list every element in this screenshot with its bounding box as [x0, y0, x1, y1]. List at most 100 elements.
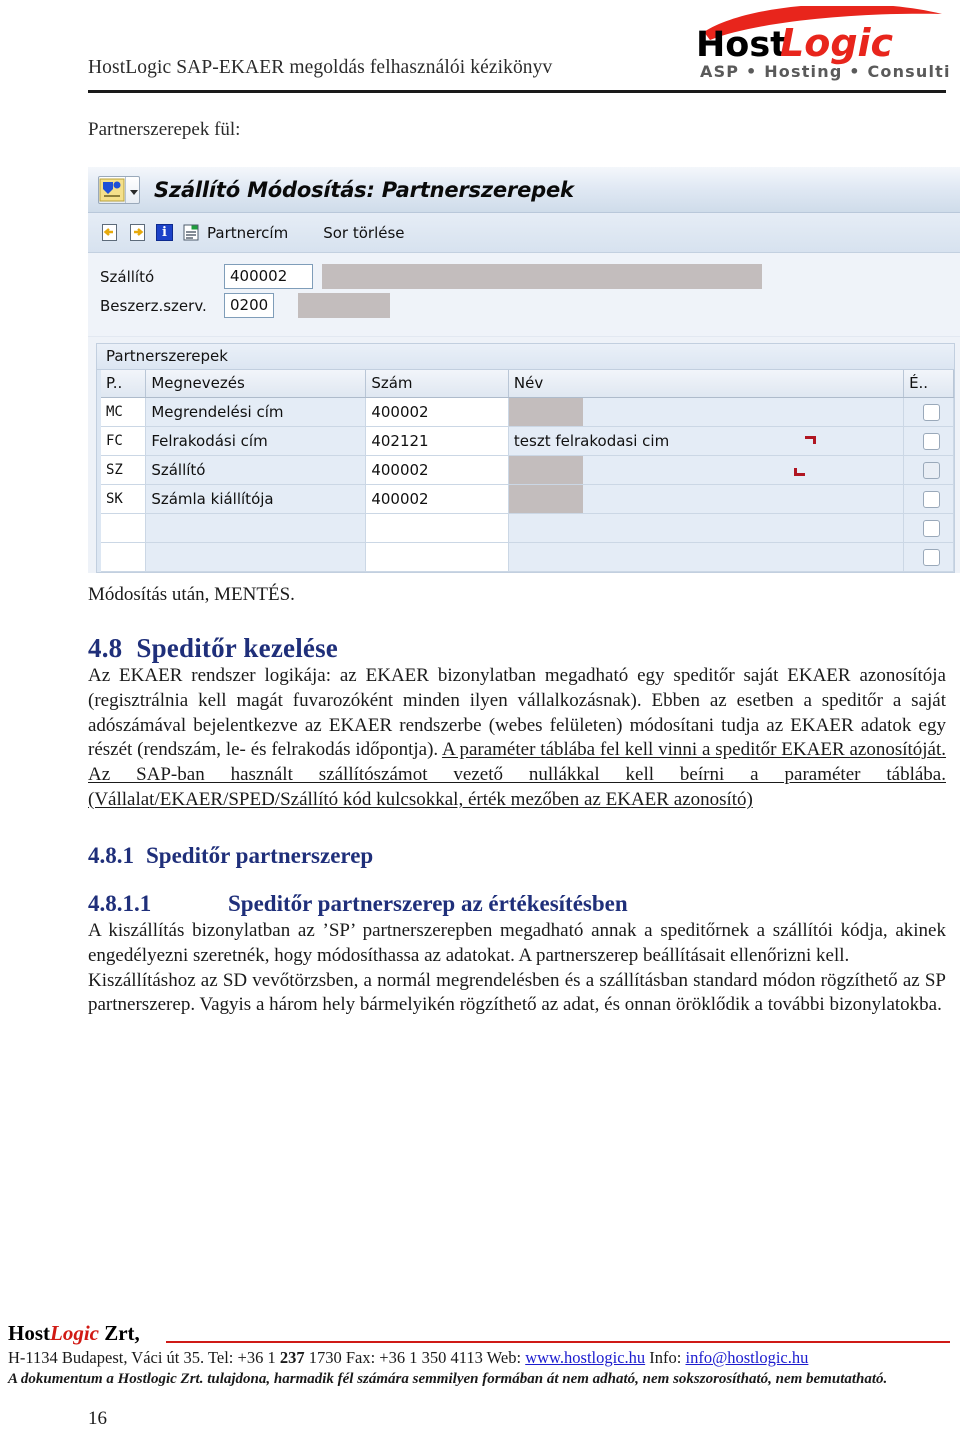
row-checkbox[interactable]	[922, 461, 940, 479]
cell-name[interactable]: teszt felrakodasi cim	[508, 426, 905, 456]
field-row-purch-org: Beszerz.szerv. 0200	[100, 291, 960, 320]
col-header-description[interactable]: Megnevezés	[145, 370, 367, 398]
sap-screenshot-figure: Szállító Módosítás: Partnerszerepek i Pa…	[88, 167, 960, 573]
cell-checkbox[interactable]	[903, 455, 954, 485]
cell-description: Felrakodási cím	[145, 426, 367, 456]
cell-role: MC	[101, 397, 147, 427]
page-footer: HostLogic Zrt, H-1134 Budapest, Váci út …	[8, 1321, 950, 1388]
footer-brand-prefix: Host	[8, 1321, 50, 1345]
footer-divider	[166, 1340, 950, 1343]
footer-brand: HostLogic Zrt,	[8, 1321, 140, 1346]
subsection-number: 4.8.1	[88, 843, 134, 869]
sap-system-logo-icon[interactable]	[98, 175, 140, 204]
table-row[interactable]: MC Megrendelési cím 400002	[101, 397, 954, 427]
info-icon[interactable]: i	[156, 224, 173, 241]
cell-number[interactable]	[365, 542, 509, 572]
page-number: 16	[88, 1408, 107, 1429]
hostlogic-logo: Host Logic ASP • Hosting • Consulting	[690, 6, 952, 84]
cell-name[interactable]	[508, 484, 905, 514]
svg-text:ASP • Hosting • Consulting: ASP • Hosting • Consulting	[700, 62, 952, 81]
redaction-mask	[508, 397, 583, 425]
forward-arrow-document-icon[interactable]	[128, 223, 147, 242]
footer-email-link[interactable]: info@hostlogic.hu	[685, 1348, 808, 1367]
cell-number[interactable]: 400002	[365, 484, 509, 514]
cell-name[interactable]	[508, 542, 905, 572]
paragraph-4-8-1-1-a: A kiszállítás bizonylatban az ’SP’ partn…	[88, 920, 946, 966]
footer-info-label: Info:	[645, 1348, 686, 1367]
paragraph-4-8-1-1-b: Kiszállításhoz az SD vevőtörzsben, a nor…	[88, 969, 946, 1016]
sap-logo-dropdown-icon[interactable]	[125, 176, 139, 203]
cell-description	[145, 513, 367, 543]
col-header-role[interactable]: P..	[101, 370, 147, 398]
table-row[interactable]	[101, 542, 954, 572]
purch-org-desc-masked	[298, 293, 390, 318]
section-heading-4-8: 4.8 Speditőr kezelése	[88, 633, 946, 664]
table-row[interactable]	[101, 513, 954, 543]
cell-number[interactable]	[365, 513, 509, 543]
cell-checkbox[interactable]	[903, 484, 954, 514]
footer-contact-mid: 1730 Fax: +36 1 350 4113 Web:	[304, 1348, 526, 1367]
col-header-name[interactable]: Név	[508, 370, 905, 398]
redaction-mask	[508, 455, 583, 483]
grid-panel-title: Partnerszerepek	[96, 343, 955, 369]
table-row[interactable]: FC Felrakodási cím 402121 teszt felrakod…	[101, 426, 954, 456]
section-number: 4.8	[88, 633, 123, 664]
back-arrow-document-icon[interactable]	[100, 223, 119, 242]
cell-number[interactable]: 402121	[365, 426, 509, 456]
cell-role	[101, 513, 147, 543]
col-header-e[interactable]: É..	[903, 370, 954, 398]
partner-roles-table: P.. Megnevezés Szám Név É.. MC Megrendel…	[101, 370, 954, 572]
partner-address-label[interactable]: Partnercím	[207, 224, 288, 242]
col-header-number[interactable]: Szám	[365, 370, 509, 398]
row-checkbox[interactable]	[922, 519, 940, 537]
row-checkbox[interactable]	[922, 432, 940, 450]
cell-checkbox[interactable]	[903, 542, 954, 572]
delete-row-button[interactable]: Sor törlése	[323, 224, 404, 242]
cell-checkbox[interactable]	[903, 426, 954, 456]
subsubsection-number: 4.8.1.1	[88, 891, 152, 917]
page-content: Partnerszerepek fül: Szállító Módosítás:…	[88, 110, 960, 1018]
sap-field-area: Szállító 400002 Beszerz.szerv. 0200	[88, 253, 960, 337]
table-row[interactable]: SZ Szállító 400002	[101, 455, 954, 485]
vendor-name-masked	[322, 264, 762, 289]
sap-title-bar: Szállító Módosítás: Partnerszerepek	[88, 167, 960, 213]
footer-brand-suffix: Zrt,	[98, 1321, 140, 1345]
cell-name[interactable]	[508, 513, 905, 543]
table-header-row: P.. Megnevezés Szám Név É..	[101, 370, 954, 398]
page-header: HostLogic SAP-EKAER megoldás felhasználó…	[0, 0, 960, 105]
cell-role	[101, 542, 147, 572]
partner-roles-grid: P.. Megnevezés Szám Név É.. MC Megrendel…	[96, 369, 955, 573]
footer-disclaimer: A dokumentum a Hostlogic Zrt. tulajdona,…	[8, 1371, 888, 1387]
redaction-mask	[508, 484, 583, 512]
cell-checkbox[interactable]	[903, 397, 954, 427]
section-heading-4-8-1: 4.8.1 Speditőr partnerszerep	[88, 843, 946, 869]
cell-description	[145, 542, 367, 572]
footer-web-link[interactable]: www.hostlogic.hu	[525, 1348, 645, 1367]
section-heading-4-8-1-1: 4.8.1.1 Speditőr partnerszerep az értékes…	[88, 891, 946, 917]
cell-description: Szállító	[145, 455, 367, 485]
cell-name[interactable]	[508, 455, 905, 485]
header-divider	[88, 90, 946, 93]
sap-window-title: Szállító Módosítás: Partnerszerepek	[154, 177, 574, 202]
paragraph-4-8: Az EKAER rendszer logikája: az EKAER biz…	[88, 664, 946, 812]
row-checkbox[interactable]	[922, 403, 940, 421]
cell-number[interactable]: 400002	[365, 455, 509, 485]
table-row[interactable]: SK Számla kiállítója 400002	[101, 484, 954, 514]
cell-description: Számla kiállítója	[145, 484, 367, 514]
footer-contact-pre: H-1134 Budapest, Váci út 35. Tel: +36 1	[8, 1348, 280, 1367]
cell-description: Megrendelési cím	[145, 397, 367, 427]
field-row-vendor: Szállító 400002	[100, 262, 960, 291]
cell-number[interactable]: 400002	[365, 397, 509, 427]
after-screenshot-line: Módosítás után, MENTÉS.	[88, 583, 295, 605]
partner-address-icon[interactable]	[182, 223, 201, 242]
svg-text:Logic: Logic	[780, 21, 894, 65]
cell-name[interactable]	[508, 397, 905, 427]
purch-org-input[interactable]: 0200	[224, 293, 274, 318]
vendor-input[interactable]: 400002	[224, 264, 313, 289]
cell-checkbox[interactable]	[903, 513, 954, 543]
sap-toolbar: i Partnercím Sor törlése	[88, 213, 960, 253]
row-checkbox[interactable]	[922, 490, 940, 508]
row-checkbox[interactable]	[922, 548, 940, 566]
document-header-title: HostLogic SAP-EKAER megoldás felhasználó…	[88, 57, 553, 78]
footer-brand-line: HostLogic Zrt,	[8, 1321, 950, 1347]
